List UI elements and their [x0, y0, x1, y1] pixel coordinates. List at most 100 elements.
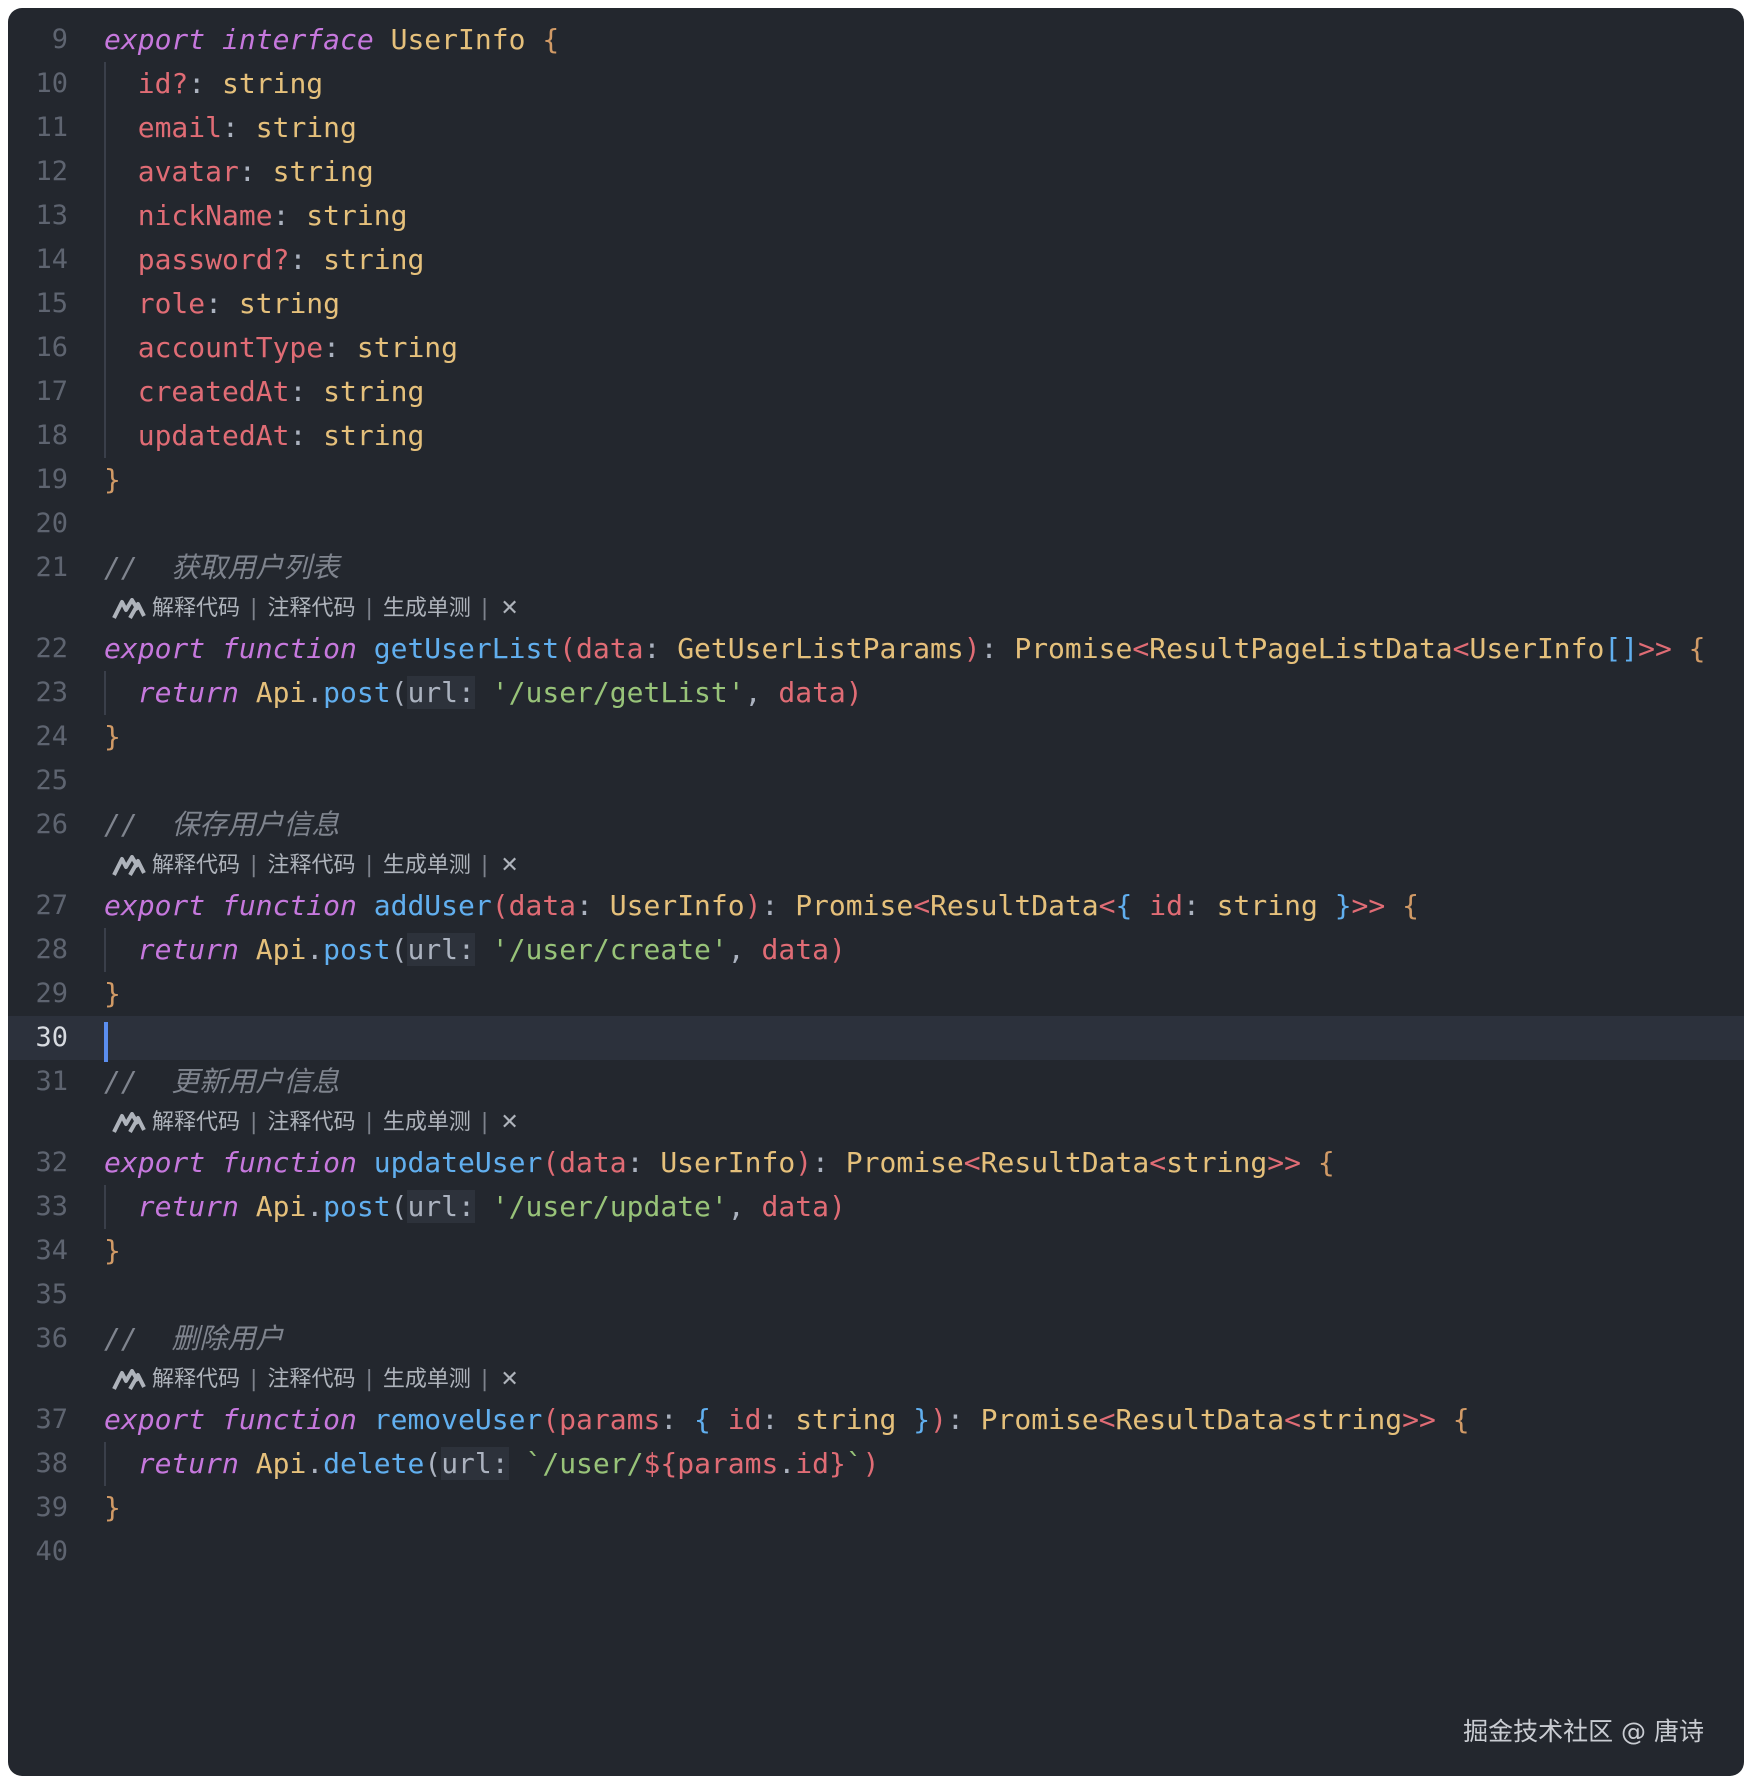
- code-line[interactable]: 24}: [8, 715, 1744, 759]
- line-number: 37: [35, 1404, 68, 1435]
- line-number: 24: [35, 721, 68, 752]
- code-token: '/user/getList': [491, 676, 745, 709]
- code-line[interactable]: 19}: [8, 458, 1744, 502]
- explain-code-action[interactable]: 解释代码: [152, 1100, 240, 1146]
- code-token: <: [1098, 889, 1116, 922]
- code-token: '/user/create': [491, 933, 728, 966]
- code-line[interactable]: 27 export function addUser(data: UserInfo…: [8, 884, 1744, 928]
- explain-code-action[interactable]: 解释代码: [152, 843, 240, 889]
- code-line[interactable]: 33 return Api.post(url: '/user/update', …: [8, 1185, 1744, 1229]
- code-line[interactable]: 36 // 删除用户: [8, 1317, 1744, 1361]
- generate-unit-test-action[interactable]: 生成单测: [383, 586, 471, 632]
- code-line[interactable]: 12 avatar: string: [8, 150, 1744, 194]
- code-token: (: [559, 632, 577, 665]
- code-line[interactable]: 23 return Api.post(url: '/user/getList',…: [8, 671, 1744, 715]
- code-line[interactable]: 9 export interface UserInfo {: [8, 18, 1744, 62]
- code-line[interactable]: 17 createdAt: string: [8, 370, 1744, 414]
- code-token: post: [323, 933, 391, 966]
- generate-unit-test-action[interactable]: 生成单测: [383, 1100, 471, 1146]
- line-number: 13: [35, 200, 68, 231]
- code-line[interactable]: 37 export function removeUser(params: { i…: [8, 1398, 1744, 1442]
- code-line[interactable]: 32 export function updateUser(data: UserI…: [8, 1141, 1744, 1185]
- code-line[interactable]: 31 // 更新用户信息: [8, 1060, 1744, 1104]
- code-line[interactable]: 25: [8, 759, 1744, 803]
- close-icon[interactable]: ✕: [498, 1100, 518, 1146]
- code-line[interactable]: 39}: [8, 1486, 1744, 1530]
- lens-separator: |: [365, 596, 373, 621]
- code-line[interactable]: 10 id?: string: [8, 62, 1744, 106]
- code-line[interactable]: 13 nickName: string: [8, 194, 1744, 238]
- code-line[interactable]: 14 password?: string: [8, 238, 1744, 282]
- code-line[interactable]: 40: [8, 1530, 1744, 1574]
- generate-unit-test-action[interactable]: 生成单测: [383, 843, 471, 889]
- code-line[interactable]: 30: [8, 1016, 1744, 1062]
- comment-code-action[interactable]: 注释代码: [267, 1100, 355, 1146]
- explain-code-action[interactable]: 解释代码: [152, 586, 240, 632]
- code-line[interactable]: 35: [8, 1273, 1744, 1317]
- line-number: 20: [35, 508, 68, 539]
- comment-code-action[interactable]: 注释代码: [267, 843, 355, 889]
- code-token: ResultData: [930, 889, 1099, 922]
- code-text: export function updateUser(data: UserInf…: [104, 1141, 1335, 1185]
- code-line[interactable]: 20: [8, 502, 1744, 546]
- code-token: .: [306, 1190, 324, 1223]
- code-token: :: [946, 1403, 981, 1436]
- code-line[interactable]: 18 updatedAt: string: [8, 414, 1744, 458]
- code-token: id?: [137, 67, 189, 100]
- line-number: 12: [35, 156, 68, 187]
- line-number: 31: [35, 1066, 68, 1097]
- code-token: post: [323, 676, 391, 709]
- explain-code-action[interactable]: 解释代码: [152, 1357, 240, 1403]
- code-token: :: [1182, 889, 1217, 922]
- close-icon[interactable]: ✕: [498, 1357, 518, 1403]
- code-token: data: [508, 889, 577, 922]
- code-token: updatedAt: [137, 419, 290, 452]
- code-token: string: [356, 331, 459, 364]
- comment-code-action[interactable]: 注释代码: [267, 586, 355, 632]
- line-number: 22: [35, 633, 68, 664]
- code-line[interactable]: 26 // 保存用户信息: [8, 803, 1744, 847]
- code-token: string: [1216, 889, 1318, 922]
- code-token: :: [222, 111, 256, 144]
- code-token: string: [795, 1403, 897, 1436]
- close-icon[interactable]: ✕: [498, 843, 518, 889]
- code-token: {: [1688, 632, 1706, 665]
- code-token: (: [390, 1190, 408, 1223]
- code-token: UserInfo: [660, 1146, 796, 1179]
- code-line[interactable]: 29}: [8, 972, 1744, 1016]
- code-line[interactable]: 11 email: string: [8, 106, 1744, 150]
- code-line[interactable]: 21 // 获取用户列表: [8, 546, 1744, 590]
- code-line[interactable]: 38 return Api.delete(url: `/user/${param…: [8, 1442, 1744, 1486]
- code-line[interactable]: 28 return Api.post(url: '/user/create', …: [8, 928, 1744, 972]
- code-line[interactable]: 16 accountType: string: [8, 326, 1744, 370]
- generate-unit-test-action[interactable]: 生成单测: [383, 1357, 471, 1403]
- code-token: Promise: [980, 1403, 1099, 1436]
- code-editor[interactable]: 9 export interface UserInfo {10 id?: stri…: [8, 8, 1744, 1776]
- marscode-logo-icon: [112, 1112, 146, 1133]
- code-token: data: [778, 676, 846, 709]
- code-token: nickName: [137, 199, 273, 232]
- code-text: // 更新用户信息: [104, 1060, 339, 1104]
- comment-code-action[interactable]: 注释代码: [267, 1357, 355, 1403]
- code-token: Promise: [845, 1146, 964, 1179]
- code-token: `: [845, 1447, 863, 1480]
- close-icon[interactable]: ✕: [498, 586, 518, 632]
- line-number: 32: [35, 1147, 68, 1178]
- code-token: data: [576, 632, 644, 665]
- code-text: createdAt: string: [104, 370, 425, 414]
- code-token: avatar: [137, 155, 239, 188]
- code-line[interactable]: 15 role: string: [8, 282, 1744, 326]
- code-token: params: [677, 1447, 779, 1480]
- lens-separator: |: [365, 1367, 373, 1392]
- code-line[interactable]: 22 export function getUserList(data: GetU…: [8, 627, 1744, 671]
- code-line[interactable]: 34}: [8, 1229, 1744, 1273]
- line-number: 18: [35, 420, 68, 451]
